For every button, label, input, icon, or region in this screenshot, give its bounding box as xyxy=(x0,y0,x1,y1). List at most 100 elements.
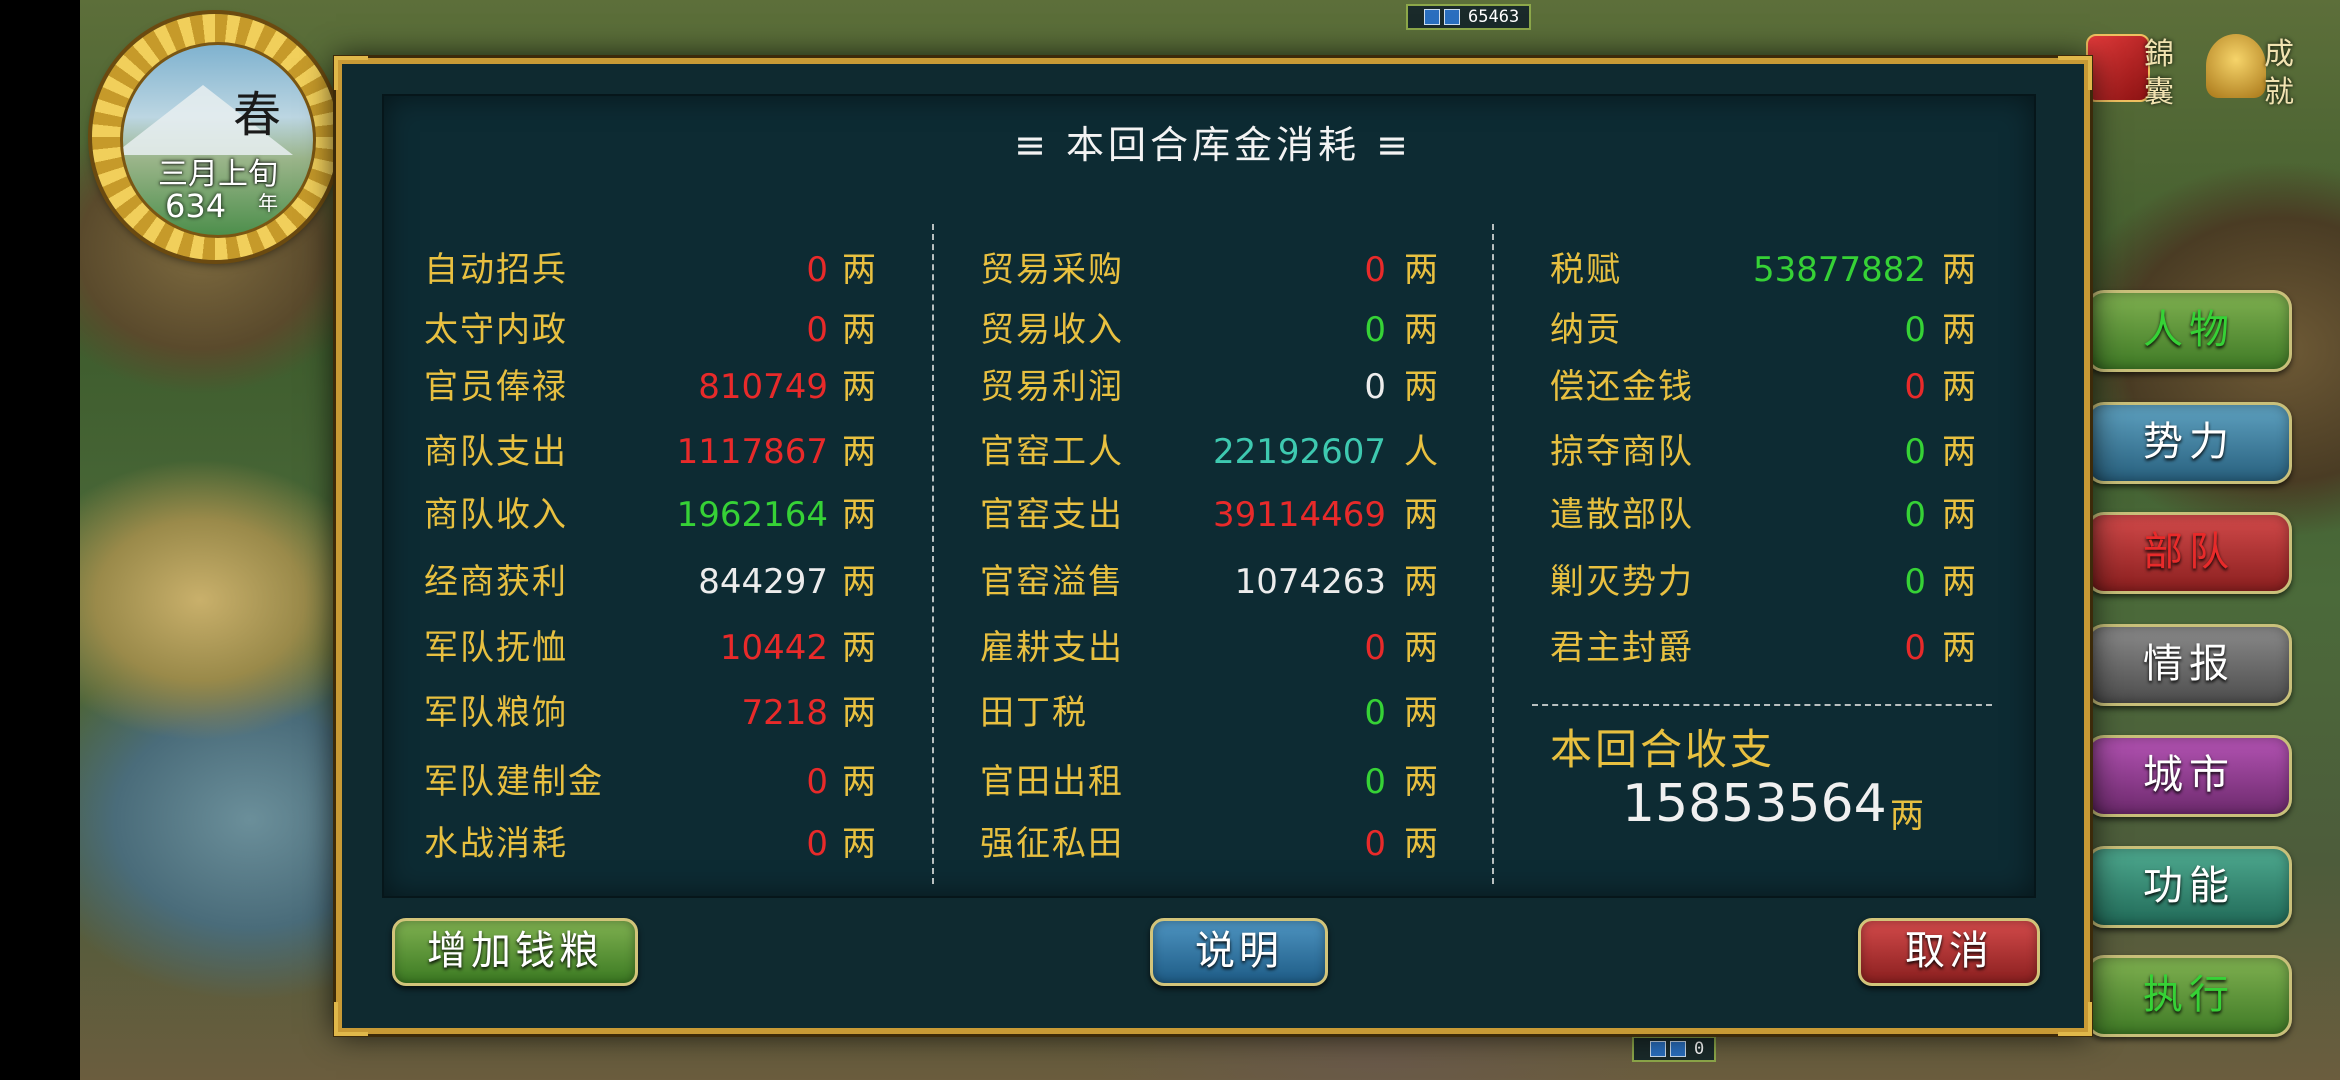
ledger-row: 剿灭势力 0 两 xyxy=(1550,557,1982,607)
ledger-value: 39114469 xyxy=(1212,495,1386,535)
ledger-label: 水战消耗 xyxy=(424,824,568,864)
ledger-value: 0 xyxy=(1364,367,1386,407)
jinnang-button[interactable]: 錦囊 xyxy=(2080,28,2174,110)
ledger-label: 官窑工人 xyxy=(980,432,1124,472)
ledger-row: 官员俸禄 810749 两 xyxy=(424,362,882,412)
ledger-unit: 两 xyxy=(1404,693,1438,733)
cancel-button[interactable]: 取消 xyxy=(1858,918,2040,986)
menu-city-button[interactable]: 城市 xyxy=(2086,735,2292,817)
explain-button[interactable]: 说明 xyxy=(1150,918,1328,986)
ledger-unit: 两 xyxy=(842,762,876,802)
turn-balance-label: 本回合收支 xyxy=(1550,725,1776,774)
column-divider xyxy=(1492,224,1494,884)
ledger-value: 0 xyxy=(1364,628,1386,668)
turn-balance-value: 15853564 xyxy=(1622,774,1887,834)
ledger-label: 官员俸禄 xyxy=(424,367,568,407)
ledger-unit: 两 xyxy=(1942,628,1976,668)
ledger-row: 纳贡 0 两 xyxy=(1550,305,1982,355)
ledger-label: 税赋 xyxy=(1550,250,1622,290)
ledger-label: 剿灭势力 xyxy=(1550,562,1694,602)
ledger-row: 太守内政 0 两 xyxy=(424,305,882,355)
ledger-row: 强征私田 0 两 xyxy=(980,819,1444,869)
ledger-row: 官窑支出 39114469 两 xyxy=(980,490,1444,540)
menu-troops-button[interactable]: 部队 xyxy=(2086,512,2292,594)
column-divider xyxy=(932,224,934,884)
ledger-unit: 两 xyxy=(842,562,876,602)
ledger-value: 0 xyxy=(1364,824,1386,864)
ledger-row: 经商获利 844297 两 xyxy=(424,557,882,607)
ledger-row: 掠夺商队 0 两 xyxy=(1550,427,1982,477)
achievement-button[interactable]: 成就 xyxy=(2200,28,2294,110)
ledger-unit: 两 xyxy=(1404,495,1438,535)
ledger-label: 偿还金钱 xyxy=(1550,367,1694,407)
ledger-value: 0 xyxy=(1364,762,1386,802)
ledger-value: 1962164 xyxy=(676,495,828,535)
ledger-value: 844297 xyxy=(698,562,828,602)
menu-characters-button[interactable]: 人物 xyxy=(2086,290,2292,372)
ledger-row: 水战消耗 0 两 xyxy=(424,819,882,869)
ledger-row: 贸易利润 0 两 xyxy=(980,362,1444,412)
ledger-row: 田丁税 0 两 xyxy=(980,688,1444,738)
treasury-dialog: ≡ 本回合库金消耗 ≡ 自动招兵 0 两太守内政 0 两官员俸禄 810749 两商队支出 1… xyxy=(334,56,2092,1036)
ledger-value: 0 xyxy=(806,310,828,350)
achievement-label: 成就 xyxy=(2264,37,2294,110)
total-divider xyxy=(1532,704,1992,706)
ledger-row: 自动招兵 0 两 xyxy=(424,245,882,295)
left-edge-strip xyxy=(0,0,80,1080)
flag-icon xyxy=(1424,9,1440,25)
jinnang-label: 錦囊 xyxy=(2144,37,2174,110)
ledger-label: 太守内政 xyxy=(424,310,568,350)
ledger-label: 军队建制金 xyxy=(424,762,604,802)
ledger-unit: 两 xyxy=(1404,367,1438,407)
year-unit: 年 xyxy=(258,191,278,215)
ledger-row: 贸易收入 0 两 xyxy=(980,305,1444,355)
turn-balance-unit: 两 xyxy=(1890,796,1924,836)
ledger-value: 0 xyxy=(1904,432,1926,472)
ledger-row: 商队收入 1962164 两 xyxy=(424,490,882,540)
ledger-value: 0 xyxy=(1904,628,1926,668)
ledger-unit: 两 xyxy=(1404,310,1438,350)
ledger-value: 7218 xyxy=(741,693,828,733)
ledger-unit: 两 xyxy=(1942,367,1976,407)
ledger-value: 0 xyxy=(1364,693,1386,733)
ledger-row: 军队建制金 0 两 xyxy=(424,757,882,807)
ledger-label: 君主封爵 xyxy=(1550,628,1694,668)
ledger-unit: 两 xyxy=(1942,310,1976,350)
ledger-row: 官窑溢售 1074263 两 xyxy=(980,557,1444,607)
ledger-label: 强征私田 xyxy=(980,824,1124,864)
ledger-row: 税赋 53877882 两 xyxy=(1550,245,1982,295)
ledger-unit: 两 xyxy=(1942,562,1976,602)
ledger-unit: 两 xyxy=(1404,562,1438,602)
ledger-label: 官窑溢售 xyxy=(980,562,1124,602)
frame-corner xyxy=(334,1002,368,1036)
add-money-grain-button[interactable]: 增加钱粮 xyxy=(392,918,638,986)
menu-intel-button[interactable]: 情报 xyxy=(2086,624,2292,706)
ledger-unit: 两 xyxy=(842,250,876,290)
ledger-label: 田丁税 xyxy=(980,693,1088,733)
ledger-row: 雇耕支出 0 两 xyxy=(980,623,1444,673)
flag-icon xyxy=(1670,1041,1686,1057)
ledger-label: 商队收入 xyxy=(424,495,568,535)
dialog-title: ≡ 本回合库金消耗 ≡ xyxy=(1014,123,1412,167)
ledger-label: 雇耕支出 xyxy=(980,628,1124,668)
ledger-value: 810749 xyxy=(698,367,828,407)
ledger-unit: 两 xyxy=(842,824,876,864)
menu-functions-button[interactable]: 功能 xyxy=(2086,846,2292,928)
ledger-unit: 人 xyxy=(1404,432,1438,472)
ledger-value: 1117867 xyxy=(676,432,828,472)
ledger-value: 1074263 xyxy=(1234,562,1386,602)
ledger-label: 遣散部队 xyxy=(1550,495,1694,535)
ledger-label: 商队支出 xyxy=(424,432,568,472)
ledger-label: 贸易收入 xyxy=(980,310,1124,350)
ledger-unit: 两 xyxy=(842,310,876,350)
ledger-value: 0 xyxy=(1904,367,1926,407)
ledger-unit: 两 xyxy=(1404,628,1438,668)
menu-execute-button[interactable]: 执行 xyxy=(2086,955,2292,1037)
ledger-value: 0 xyxy=(1904,495,1926,535)
season-calendar[interactable]: 春 三月上旬 634 年 xyxy=(92,14,338,260)
ledger-value: 0 xyxy=(1364,250,1386,290)
ledger-row: 贸易采购 0 两 xyxy=(980,245,1444,295)
menu-faction-button[interactable]: 势力 xyxy=(2086,402,2292,484)
ledger-unit: 两 xyxy=(842,628,876,668)
ledger-label: 军队抚恤 xyxy=(424,628,568,668)
